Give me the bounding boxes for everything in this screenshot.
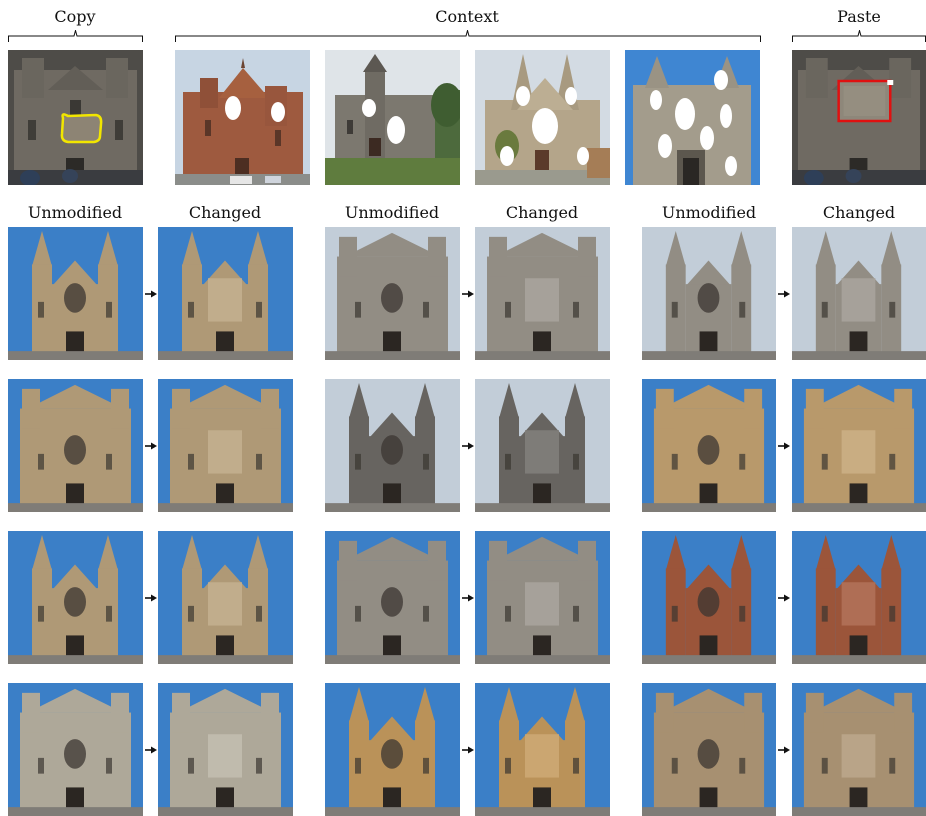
changed-image-r2-c1: [158, 379, 293, 512]
unmodified-label-1: Unmodified: [27, 203, 123, 222]
changed-image-r4-c3: [792, 683, 926, 816]
unmodified-image-r2-c1: [8, 379, 143, 512]
changed-image-r4-c1: [158, 683, 293, 816]
unmodified-image-r1-c2: [325, 227, 460, 360]
arrow-right-icon: [778, 442, 790, 450]
context-image-4: [625, 50, 760, 185]
unmodified-image-r1-c3: [642, 227, 776, 360]
context-label: Context: [435, 7, 499, 26]
arrow-right-icon: [145, 746, 157, 754]
changed-image-r3-c2: [475, 531, 610, 664]
changed-image-r3-c1: [158, 531, 293, 664]
paste-result-image: [792, 50, 926, 185]
unmodified-image-r3-c2: [325, 531, 460, 664]
arrow-right-icon: [145, 290, 157, 298]
paste-brace: [792, 30, 926, 42]
arrow-right-icon: [462, 746, 474, 754]
changed-image-r2-c3: [792, 379, 926, 512]
copy-label: Copy: [54, 7, 96, 26]
arrow-right-icon: [145, 442, 157, 450]
copy-source-image: [8, 50, 143, 185]
unmodified-image-r4-c1: [8, 683, 143, 816]
unmodified-image-r4-c2: [325, 683, 460, 816]
context-image-2: [325, 50, 460, 185]
changed-image-r1-c2: [475, 227, 610, 360]
arrow-right-icon: [778, 594, 790, 602]
changed-image-r4-c2: [475, 683, 610, 816]
arrow-right-icon: [462, 442, 474, 450]
changed-label-2: Changed: [505, 203, 579, 222]
changed-image-r1-c3: [792, 227, 926, 360]
changed-label-3: Changed: [822, 203, 896, 222]
changed-image-r3-c3: [792, 531, 926, 664]
changed-label-1: Changed: [188, 203, 262, 222]
paste-label: Paste: [837, 7, 881, 26]
unmodified-image-r4-c3: [642, 683, 776, 816]
unmodified-label-3: Unmodified: [661, 203, 757, 222]
unmodified-image-r1-c1: [8, 227, 143, 360]
unmodified-image-r2-c2: [325, 379, 460, 512]
unmodified-label-2: Unmodified: [344, 203, 440, 222]
arrow-right-icon: [778, 290, 790, 298]
arrow-right-icon: [145, 594, 157, 602]
arrow-right-icon: [462, 594, 474, 602]
unmodified-image-r3-c3: [642, 531, 776, 664]
unmodified-image-r3-c1: [8, 531, 143, 664]
changed-image-r1-c1: [158, 227, 293, 360]
arrow-right-icon: [778, 746, 790, 754]
copy-brace: [8, 30, 143, 42]
context-image-3: [475, 50, 610, 185]
arrow-right-icon: [462, 290, 474, 298]
changed-image-r2-c2: [475, 379, 610, 512]
context-brace: [175, 30, 761, 42]
unmodified-image-r2-c3: [642, 379, 776, 512]
context-image-1: [175, 50, 310, 185]
